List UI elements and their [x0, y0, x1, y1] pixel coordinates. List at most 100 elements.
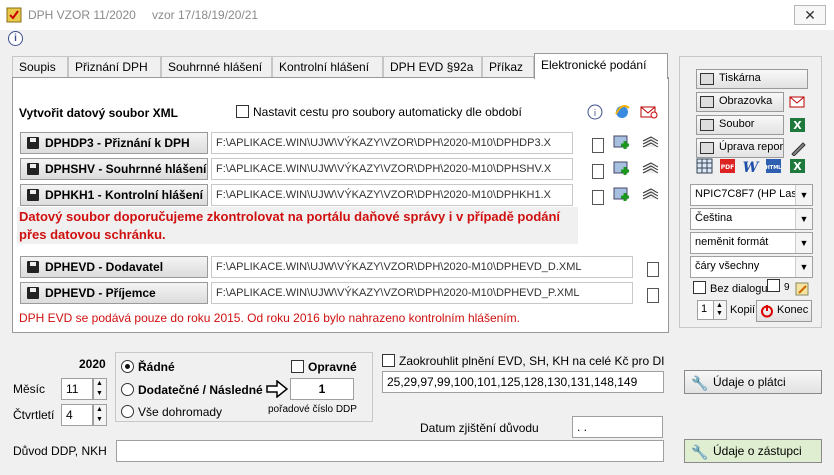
svg-text:i: i [594, 109, 597, 119]
dphevd-prijemce-path[interactable]: F:\APLIKACE.WIN\UJW\VÝKAZY\VZOR\DPH\2020… [211, 282, 633, 304]
dphevd-dodavatel-path[interactable]: F:\APLIKACE.WIN\UJW\VÝKAZY\VZOR\DPH\2020… [211, 256, 633, 278]
auto-path-label: Nastavit cestu pro soubory automaticky d… [253, 105, 522, 119]
udaje-platci-button[interactable]: 🔧 Údaje o plátci [684, 370, 822, 394]
uprava-reportu-button[interactable]: Úprava reportu [696, 138, 784, 158]
documents-icon[interactable] [588, 135, 604, 153]
mail-icon[interactable] [789, 94, 807, 110]
app-icon [6, 7, 22, 23]
language-select[interactable]: Čeština ▼ [690, 208, 813, 230]
dphkh1-button[interactable]: DPHKH1 - Kontrolní hlášení [20, 184, 208, 206]
add-folder-icon[interactable] [613, 134, 631, 150]
vse-radio-dot[interactable] [121, 405, 134, 418]
format-select[interactable]: neměnit formát ▼ [690, 232, 813, 254]
excel-icon[interactable]: X [789, 117, 807, 133]
obrazovka-button[interactable]: Obrazovka [696, 92, 784, 112]
radne-radio-dot[interactable] [121, 360, 134, 373]
vse-radio[interactable]: Vše dohromady [121, 405, 222, 419]
tab-priznani[interactable]: Přiznání DPH [68, 56, 161, 78]
codes-input[interactable]: 25,29,97,99,100,101,125,128,130,131,148,… [382, 371, 664, 393]
edit-icon [700, 142, 714, 154]
info-icon[interactable]: i [8, 31, 23, 46]
svg-text:W: W [743, 160, 760, 174]
duvod-input[interactable] [116, 440, 664, 462]
tab-soupis[interactable]: Soupis [12, 56, 68, 78]
datum-input[interactable]: . . [572, 416, 663, 438]
poradove-input[interactable]: 1 [290, 378, 354, 400]
html-icon[interactable]: HTML [765, 158, 783, 174]
svg-text:X: X [793, 160, 802, 173]
lines-select[interactable]: čáry všechny ▼ [690, 256, 813, 278]
section-heading: Vytvořit datový soubor XML [19, 106, 178, 120]
nine-check[interactable] [767, 279, 780, 292]
pdf-icon[interactable]: PDF [719, 158, 737, 174]
opravne-checkbox[interactable]: Opravné [291, 360, 357, 374]
floppy-icon [27, 261, 39, 273]
ctvrtleti-spinner[interactable] [93, 404, 107, 426]
soubor-button[interactable]: Soubor [696, 115, 784, 135]
printer-icon [700, 73, 714, 85]
auto-path-check[interactable] [236, 105, 249, 118]
dphdp3-button[interactable]: DPHDP3 - Přiznání k DPH [20, 132, 208, 154]
opravne-check[interactable] [291, 360, 304, 373]
tab-souhrnne[interactable]: Souhrnné hlášení [161, 56, 272, 78]
evd-note: DPH EVD se podává pouze do roku 2015. Od… [19, 311, 520, 325]
documents-icon[interactable] [643, 259, 659, 277]
duvod-label: Důvod DDP, NKH [13, 444, 107, 458]
warning-line-2: přes datovou schránku. [19, 227, 166, 242]
warning-box: Datový soubor doporučujeme zkontrolovat … [17, 207, 578, 244]
printer-select[interactable]: NPIC7C8F7 (HP LaserJet ▼ [690, 184, 813, 206]
info-icon[interactable]: i [586, 104, 604, 120]
dphshv-path[interactable]: F:\APLIKACE.WIN\UJW\VÝKAZY\VZOR\DPH\2020… [211, 158, 573, 180]
ctvrtleti-input[interactable]: 4 [61, 404, 93, 426]
word-icon[interactable]: W [742, 158, 760, 174]
nine-checkbox[interactable]: 9 [767, 279, 790, 293]
tab-prikaz[interactable]: Příkaz [482, 56, 534, 78]
copies-label: Kopií [730, 304, 756, 316]
power-icon [761, 305, 773, 318]
copies-spinner[interactable] [713, 300, 727, 320]
settings-icon[interactable] [794, 281, 812, 297]
file-icon [700, 119, 714, 131]
auto-path-checkbox[interactable]: Nastavit cestu pro soubory automaticky d… [236, 105, 522, 119]
radne-radio[interactable]: Řádné [121, 360, 175, 374]
dphshv-button[interactable]: DPHSHV - Souhrnné hlášení [20, 158, 208, 180]
window-subtitle: vzor 17/18/19/20/21 [152, 8, 259, 22]
documents-icon[interactable] [588, 187, 604, 205]
floppy-icon [27, 137, 39, 149]
mesic-input[interactable]: 11 [61, 378, 93, 400]
stack-icon[interactable] [641, 160, 659, 176]
zaokrouhlit-check[interactable] [382, 354, 395, 367]
svg-text:PDF: PDF [721, 164, 734, 171]
chevron-down-icon: ▼ [795, 209, 812, 229]
tab-kontrolni[interactable]: Kontrolní hlášení [272, 56, 383, 78]
tab-evd[interactable]: DPH EVD §92a [383, 56, 482, 78]
mesic-spinner[interactable] [93, 378, 107, 400]
tab-elektronicke[interactable]: Elektronické podání [534, 53, 668, 79]
browser-icon[interactable] [613, 104, 631, 120]
dphdp3-path[interactable]: F:\APLIKACE.WIN\UJW\VÝKAZY\VZOR\DPH\2020… [211, 132, 573, 154]
zaokrouhlit-checkbox[interactable]: Zaokrouhlit plnění EVD, SH, KH na celé K… [382, 354, 664, 368]
svg-text:HTML: HTML [766, 165, 783, 171]
add-folder-icon[interactable] [613, 160, 631, 176]
documents-icon[interactable] [643, 285, 659, 303]
excel-icon[interactable]: X [789, 158, 807, 174]
dphevd-prijemce-button[interactable]: DPHEVD - Příjemce [20, 282, 208, 304]
copies-input[interactable]: 1 [697, 300, 714, 320]
dodatecne-radio-dot[interactable] [121, 383, 134, 396]
grid-icon[interactable] [696, 158, 714, 174]
stack-icon[interactable] [641, 134, 659, 150]
dodatecne-radio[interactable]: Dodatečné / Následné [121, 383, 263, 397]
documents-icon[interactable] [588, 161, 604, 179]
close-button[interactable]: ✕ [794, 5, 826, 25]
bez-dialogu-checkbox[interactable]: Bez dialogu [693, 281, 768, 295]
pen-icon[interactable] [789, 140, 807, 156]
stack-icon[interactable] [641, 186, 659, 202]
udaje-zastupci-button[interactable]: 🔧 Údaje o zástupci [684, 439, 822, 463]
bez-dialogu-check[interactable] [693, 281, 706, 294]
tiskarna-button[interactable]: Tiskárna [696, 69, 808, 89]
dphevd-dodavatel-button[interactable]: DPHEVD - Dodavatel [20, 256, 208, 278]
mail-icon[interactable] [640, 104, 658, 120]
add-folder-icon[interactable] [613, 186, 631, 202]
dphkh1-path[interactable]: F:\APLIKACE.WIN\UJW\VÝKAZY\VZOR\DPH\2020… [211, 184, 573, 206]
konec-button[interactable]: Konec [756, 300, 812, 322]
